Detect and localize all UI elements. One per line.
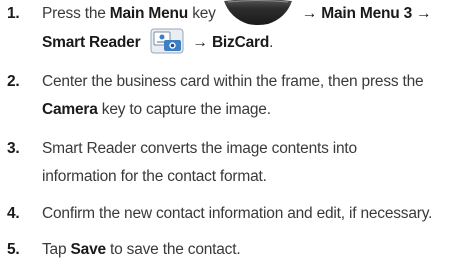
step-text: Camera key to capture the image. [42,101,271,118]
page: { "steps": [ { "number": "1.", "line1": … [0,0,475,264]
step-text: Smart Reader converts the image contents… [42,140,357,157]
main-menu-3-label: Main Menu 3 [321,5,413,22]
arrow-icon: → [416,5,432,22]
step-number: 5. [7,241,20,258]
save-label: Save [70,241,107,258]
step-text: Center the business card within the fram… [42,73,424,90]
smart-reader-icon [150,28,184,54]
step-text: Smart Reader → BizCard. [42,28,273,57]
bizcard-label: BizCard [211,34,270,51]
arrow-icon: → [301,5,318,22]
step-text: Tap Save to save the contact. [42,241,241,258]
step-text: Press the Main Menu key → Main Menu 3 → [42,0,432,28]
camera-key-label: Camera [42,101,98,118]
smart-reader-label: Smart Reader [42,34,141,51]
step-number: 1. [7,5,20,22]
arrow-icon: → [192,34,209,51]
step-number: 3. [7,140,20,157]
step-number: 2. [7,73,20,90]
step-text: Confirm the new contact information and … [42,205,433,222]
main-menu-key-icon [223,0,292,25]
main-menu-key-label: Main Menu [109,5,189,22]
step-text: information for the contact format. [42,168,267,185]
step-number: 4. [7,205,20,222]
